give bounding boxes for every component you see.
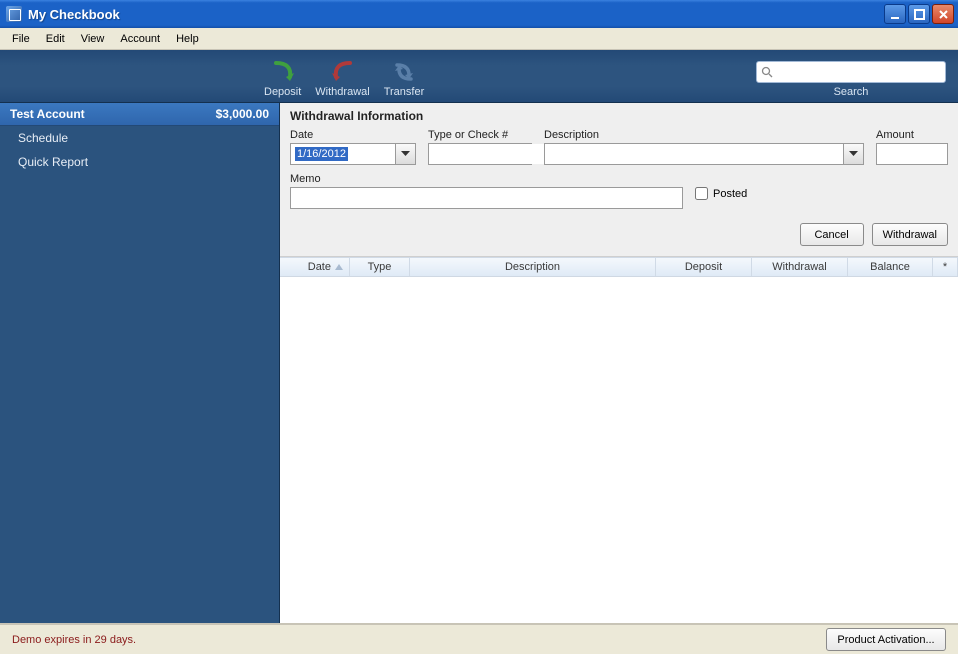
maximize-button[interactable]	[908, 4, 930, 24]
menu-file[interactable]: File	[4, 31, 38, 47]
sidebar: Test Account $3,000.00 Schedule Quick Re…	[0, 103, 280, 623]
close-button[interactable]	[932, 4, 954, 24]
date-label: Date	[290, 129, 416, 141]
account-name: Test Account	[10, 107, 85, 121]
cancel-button[interactable]: Cancel	[800, 223, 864, 246]
menubar: File Edit View Account Help	[0, 28, 958, 50]
amount-field[interactable]	[876, 143, 948, 165]
app-icon	[6, 6, 22, 22]
table-body	[280, 277, 958, 623]
withdrawal-form: Withdrawal Information Date 1/16/2012 Ty…	[280, 103, 958, 257]
transfer-icon	[391, 59, 417, 85]
sidebar-item-quick-report[interactable]: Quick Report	[0, 150, 279, 174]
status-message: Demo expires in 29 days.	[12, 634, 136, 646]
amount-label: Amount	[876, 129, 948, 141]
memo-field[interactable]	[290, 187, 683, 209]
panel-title: Withdrawal Information	[290, 109, 948, 123]
toolbar-transfer-label: Transfer	[384, 86, 425, 98]
description-label: Description	[544, 129, 864, 141]
posted-label: Posted	[713, 188, 747, 200]
toolbar-transfer[interactable]: Transfer	[384, 59, 425, 98]
withdrawal-button[interactable]: Withdrawal	[872, 223, 948, 246]
transactions-table: Date Type Description Deposit Withdrawal…	[280, 257, 958, 623]
th-withdrawal[interactable]: Withdrawal	[752, 258, 848, 276]
chevron-down-icon	[401, 151, 410, 157]
toolbar: Deposit Withdrawal Transfer Se	[0, 50, 958, 103]
table-header: Date Type Description Deposit Withdrawal…	[280, 257, 958, 277]
main-panel: Withdrawal Information Date 1/16/2012 Ty…	[280, 103, 958, 623]
description-dropdown-button[interactable]	[843, 144, 863, 164]
th-deposit[interactable]: Deposit	[656, 258, 752, 276]
menu-help[interactable]: Help	[168, 31, 207, 47]
th-description[interactable]: Description	[410, 258, 656, 276]
description-input[interactable]	[545, 144, 843, 164]
sidebar-item-schedule[interactable]: Schedule	[0, 126, 279, 150]
window-title: My Checkbook	[28, 7, 120, 22]
th-balance[interactable]: Balance	[848, 258, 933, 276]
toolbar-withdrawal-label: Withdrawal	[315, 86, 369, 98]
menu-view[interactable]: View	[73, 31, 113, 47]
statusbar: Demo expires in 29 days. Product Activat…	[0, 624, 958, 654]
search-label: Search	[834, 86, 869, 98]
minimize-button[interactable]	[884, 4, 906, 24]
account-balance: $3,000.00	[216, 107, 269, 121]
deposit-icon	[270, 59, 296, 85]
date-field[interactable]: 1/16/2012	[290, 143, 416, 165]
sort-asc-icon	[335, 261, 343, 273]
toolbar-deposit-label: Deposit	[264, 86, 301, 98]
sidebar-account-row[interactable]: Test Account $3,000.00	[0, 103, 279, 126]
memo-label: Memo	[290, 173, 683, 185]
amount-input[interactable]	[881, 144, 943, 164]
chevron-down-icon	[849, 151, 858, 157]
description-field[interactable]	[544, 143, 864, 165]
type-label: Type or Check #	[428, 129, 532, 141]
toolbar-withdrawal[interactable]: Withdrawal	[315, 59, 369, 98]
menu-account[interactable]: Account	[112, 31, 168, 47]
search-input[interactable]	[777, 66, 941, 78]
th-type[interactable]: Type	[350, 258, 410, 276]
date-value: 1/16/2012	[295, 147, 348, 161]
th-star[interactable]: *	[933, 258, 958, 276]
posted-checkbox[interactable]	[695, 187, 708, 200]
toolbar-deposit[interactable]: Deposit	[264, 59, 301, 98]
search-box[interactable]	[756, 61, 946, 83]
memo-input[interactable]	[295, 188, 678, 208]
withdrawal-icon	[330, 59, 356, 85]
search-icon	[761, 66, 773, 78]
window-titlebar: My Checkbook	[0, 0, 958, 28]
product-activation-button[interactable]: Product Activation...	[826, 628, 946, 651]
date-dropdown-button[interactable]	[395, 144, 415, 164]
type-field[interactable]	[428, 143, 532, 165]
menu-edit[interactable]: Edit	[38, 31, 73, 47]
th-date[interactable]: Date	[280, 258, 350, 276]
